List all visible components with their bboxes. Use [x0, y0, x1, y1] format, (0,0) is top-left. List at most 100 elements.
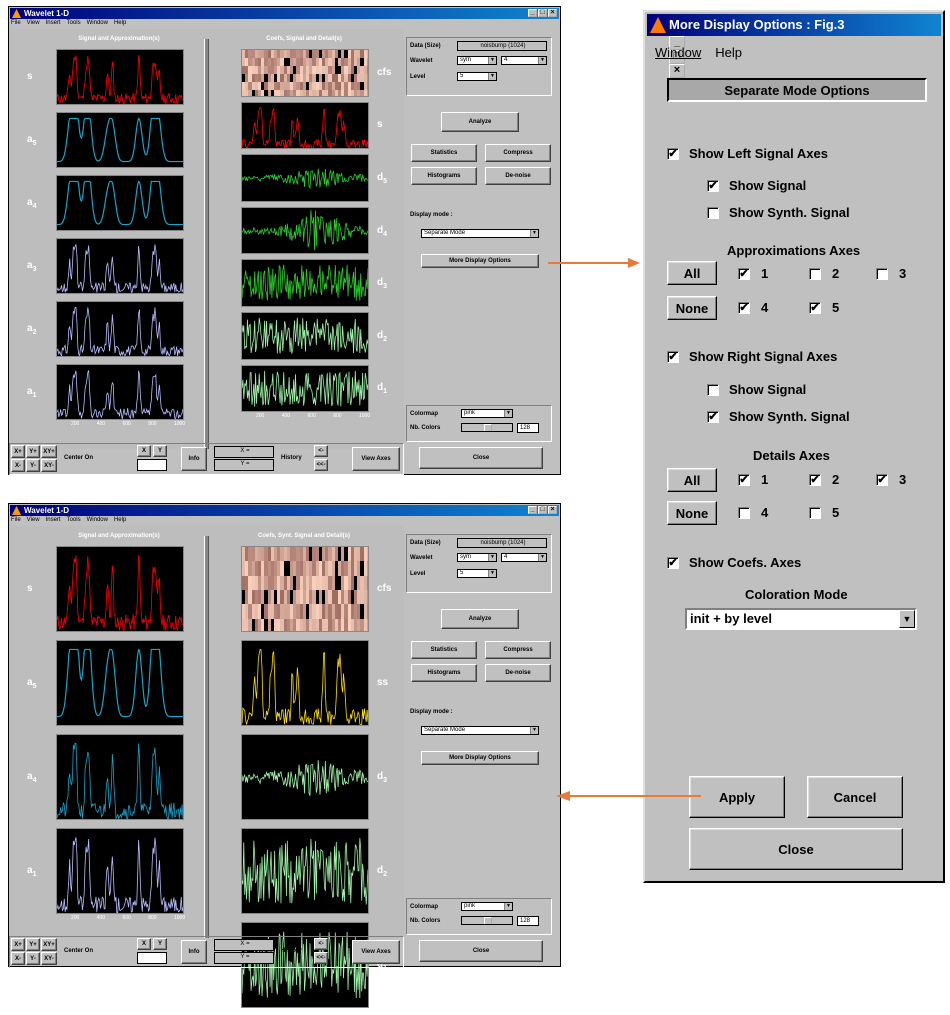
history-forward-button[interactable]: <<- [314, 952, 328, 964]
menu-window[interactable]: Window [87, 517, 108, 526]
menu-view[interactable]: View [27, 20, 40, 29]
detail-plot-4[interactable] [241, 259, 369, 307]
approx-all-button[interactable]: All [667, 261, 717, 285]
y-minus-button[interactable]: Y- [26, 459, 40, 472]
history-back-button[interactable]: <- [314, 445, 328, 457]
menu-help[interactable]: Help [114, 20, 126, 29]
center-y-button[interactable]: Y [153, 938, 167, 950]
detail-plot-1[interactable] [241, 640, 369, 726]
approx-plot-1[interactable] [56, 112, 184, 168]
detail-plot-5[interactable] [241, 312, 369, 360]
detail-4-checkbox[interactable] [738, 507, 750, 519]
cancel-button[interactable]: Cancel [807, 776, 903, 818]
approx-2-checkbox[interactable] [809, 268, 821, 280]
center-x-button[interactable]: X [137, 445, 151, 457]
histograms-button[interactable]: Histograms [411, 664, 477, 682]
xy-minus-button[interactable]: XY- [41, 459, 57, 472]
apply-button[interactable]: Apply [689, 776, 785, 818]
nb-colors-slider[interactable] [461, 423, 513, 432]
slider-thumb[interactable] [484, 917, 492, 924]
approx-plot-3[interactable] [56, 828, 184, 914]
menu-tools[interactable]: Tools [67, 20, 81, 29]
dialog-close-button[interactable]: Close [689, 828, 903, 870]
detail-plot-2[interactable] [241, 154, 369, 202]
wavelet-family-select[interactable]: sym ▼ [457, 56, 497, 65]
close-window-button[interactable]: × [669, 64, 685, 78]
menu-window[interactable]: Window [655, 45, 701, 60]
wavelet-order-select[interactable]: 4 ▼ [501, 56, 547, 65]
menu-help[interactable]: Help [114, 517, 126, 526]
approx-3-checkbox[interactable] [876, 268, 888, 280]
approx-plot-2[interactable] [56, 175, 184, 231]
statistics-button[interactable]: Statistics [411, 144, 477, 162]
maximize-button[interactable]: □ [538, 506, 547, 514]
maximize-button[interactable]: □ [538, 9, 547, 17]
show-synth-left-checkbox[interactable] [707, 207, 719, 219]
menu-help[interactable]: Help [715, 45, 742, 60]
info-button[interactable]: Info [181, 940, 207, 964]
show-signal-right-checkbox[interactable] [707, 384, 719, 396]
slider-thumb[interactable] [484, 424, 492, 431]
show-synth-right-checkbox[interactable]: ✔ [707, 411, 719, 423]
close-window-button[interactable]: × [548, 506, 557, 514]
detail-plot-2[interactable] [241, 734, 369, 820]
more-display-options-button[interactable]: More Display Options [421, 254, 539, 268]
detail-plot-1[interactable] [241, 101, 369, 150]
details-all-button[interactable]: All [667, 468, 717, 492]
histograms-button[interactable]: Histograms [411, 167, 477, 185]
menu-insert[interactable]: Insert [46, 517, 61, 526]
xy-minus-button[interactable]: XY- [41, 952, 57, 965]
analyze-button[interactable]: Analyze [441, 609, 519, 629]
detail-plot-3[interactable] [241, 828, 369, 914]
center-on-input[interactable] [137, 952, 167, 964]
x-minus-button[interactable]: X- [11, 459, 25, 472]
detail-plot-6[interactable] [241, 364, 369, 413]
display-mode-select[interactable]: Separate Mode ▼ [421, 229, 539, 238]
xy-plus-button[interactable]: XY+ [41, 445, 57, 458]
panel-divider[interactable] [204, 536, 209, 938]
menu-view[interactable]: View [27, 517, 40, 526]
y-plus-button[interactable]: Y+ [26, 938, 40, 951]
detail-5-checkbox[interactable] [809, 507, 821, 519]
level-select[interactable]: 5 ▼ [457, 72, 497, 81]
approx-plot-5[interactable] [56, 364, 184, 420]
view-axes-button[interactable]: View Axes [352, 447, 400, 471]
colormap-select[interactable]: pink ▼ [461, 902, 513, 911]
denoise-button[interactable]: De-noise [485, 167, 551, 185]
nb-colors-slider[interactable] [461, 916, 513, 925]
approx-none-button[interactable]: None [667, 296, 717, 320]
history-back-button[interactable]: <- [314, 938, 328, 950]
compress-button[interactable]: Compress [485, 641, 551, 659]
approx-5-checkbox[interactable]: ✔ [809, 302, 821, 314]
center-x-button[interactable]: X [137, 938, 151, 950]
close-button[interactable]: Close [419, 940, 543, 962]
statistics-button[interactable]: Statistics [411, 641, 477, 659]
menu-window[interactable]: Window [87, 20, 108, 29]
show-left-signal-checkbox[interactable]: ✔ [667, 148, 679, 160]
compress-button[interactable]: Compress [485, 144, 551, 162]
menu-file[interactable]: File [11, 517, 21, 526]
approx-1-checkbox[interactable]: ✔ [738, 268, 750, 280]
approx-plot-1[interactable] [56, 640, 184, 726]
minimize-button[interactable]: _ [528, 506, 537, 514]
detail-plot-0[interactable] [241, 49, 369, 97]
y-minus-button[interactable]: Y- [26, 952, 40, 965]
approx-plot-4[interactable] [56, 301, 184, 357]
nb-colors-field[interactable]: 128 [517, 423, 539, 433]
detail-2-checkbox[interactable]: ✔ [809, 474, 821, 486]
coloration-mode-select[interactable]: init + by level ▼ [685, 608, 917, 630]
x-minus-button[interactable]: X- [11, 952, 25, 965]
analyze-button[interactable]: Analyze [441, 112, 519, 132]
show-signal-left-checkbox[interactable]: ✔ [707, 180, 719, 192]
y-plus-button[interactable]: Y+ [26, 445, 40, 458]
x-plus-button[interactable]: X+ [11, 445, 25, 458]
view-axes-button[interactable]: View Axes [352, 940, 400, 964]
approx-plot-3[interactable] [56, 238, 184, 294]
xy-plus-button[interactable]: XY+ [41, 938, 57, 951]
detail-plot-0[interactable] [241, 546, 369, 632]
denoise-button[interactable]: De-noise [485, 664, 551, 682]
display-mode-select[interactable]: Separate Mode ▼ [421, 726, 539, 735]
details-none-button[interactable]: None [667, 501, 717, 525]
x-plus-button[interactable]: X+ [11, 938, 25, 951]
wavelet-order-select[interactable]: 4 ▼ [501, 553, 547, 562]
